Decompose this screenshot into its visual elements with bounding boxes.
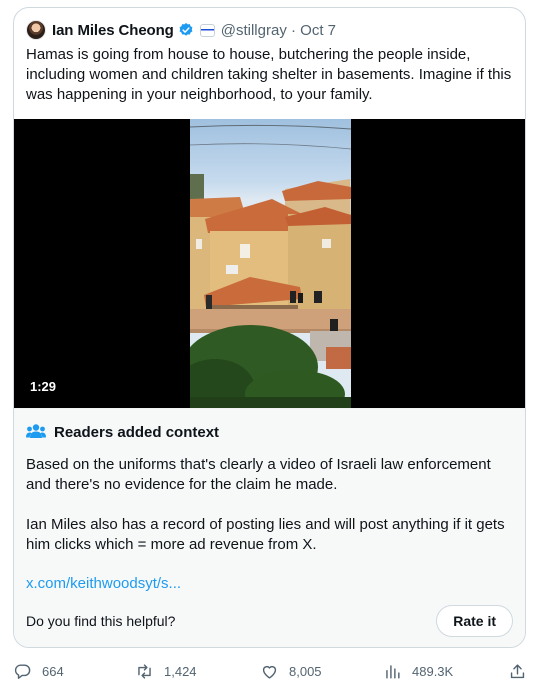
video-thumbnail	[190, 124, 351, 408]
reply-count: 664	[42, 663, 64, 679]
repost-count: 1,424	[164, 663, 197, 679]
repost-icon	[138, 663, 151, 679]
verified-badge-icon[interactable]	[178, 22, 194, 38]
community-note-paragraph: Based on the uniforms that's clearly a v…	[26, 456, 491, 493]
community-note-title: Readers added context	[54, 423, 220, 441]
repost-button[interactable]: 1,424	[135, 662, 197, 681]
video-frame	[190, 119, 351, 408]
view-count: 489.3K	[412, 663, 454, 679]
reply-button[interactable]: 664	[13, 662, 64, 681]
community-note-header: Readers added context	[26, 423, 219, 441]
reply-icon	[14, 663, 31, 679]
tweet-actions-bar: 664 1,424 8,005 489.3K	[0, 654, 537, 688]
analytics-icon	[386, 664, 400, 679]
tweet-text: Hamas is going from house to house, butc…	[26, 46, 512, 103]
community-notes-people-icon	[26, 424, 46, 438]
tweet-header: Ian Miles Cheong @stillgray · Oct 7	[26, 18, 513, 42]
community-note-paragraph: Ian Miles also has a record of posting l…	[26, 516, 505, 553]
rate-it-button[interactable]: Rate it	[436, 605, 513, 637]
like-count: 8,005	[289, 663, 322, 679]
tweet-card[interactable]: Ian Miles Cheong @stillgray · Oct 7 Hama…	[13, 7, 526, 648]
helpful-question: Do you find this helpful?	[26, 613, 176, 629]
heart-icon	[262, 665, 277, 679]
author-name[interactable]: Ian Miles Cheong	[52, 22, 174, 39]
affiliation-badge-icon[interactable]	[199, 23, 215, 37]
video-player[interactable]: 1:29	[14, 119, 525, 408]
views-button[interactable]: 489.3K	[383, 662, 453, 681]
share-button[interactable]	[508, 662, 527, 681]
community-note: Readers added context Based on the unifo…	[14, 408, 525, 647]
community-note-body: Based on the uniforms that's clearly a v…	[26, 455, 512, 575]
like-button[interactable]: 8,005	[260, 662, 322, 681]
author-avatar[interactable]	[26, 20, 46, 40]
community-note-source-link[interactable]: x.com/keithwoodsyt/s...	[26, 575, 181, 592]
share-icon	[510, 663, 525, 678]
video-duration: 1:29	[30, 379, 57, 394]
author-handle-and-date[interactable]: @stillgray · Oct 7	[221, 22, 336, 39]
